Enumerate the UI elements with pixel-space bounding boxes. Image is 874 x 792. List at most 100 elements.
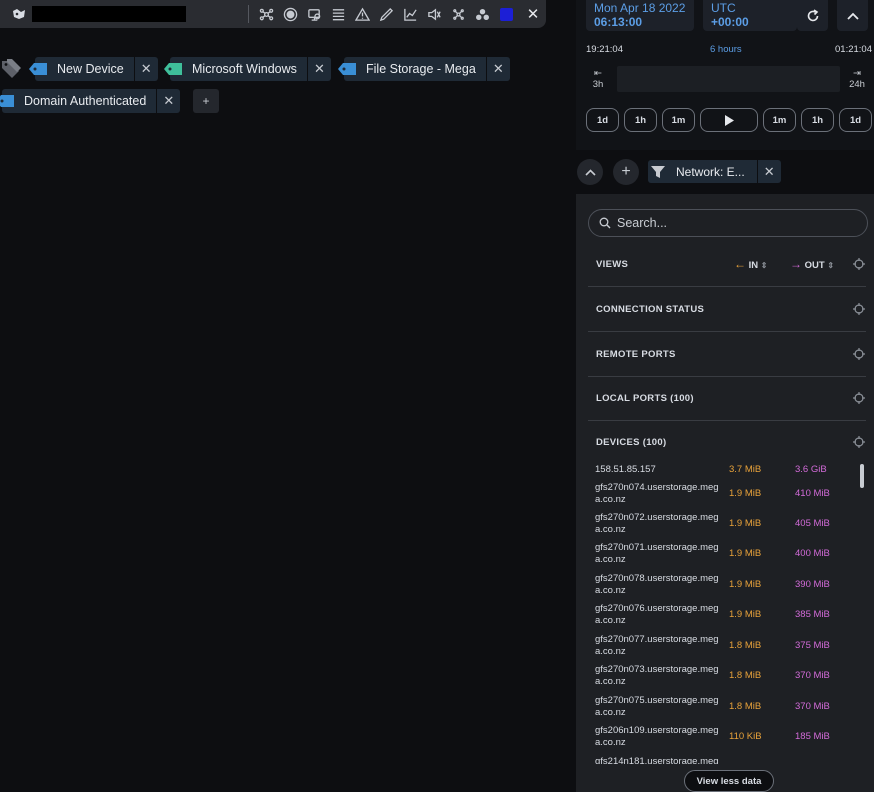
remove-tag-button[interactable]: ✕ [306,57,331,81]
device-name: 158.51.85.157 [595,464,656,475]
device-name: gfs214n181.userstorage.mega.co.nz [595,756,719,764]
tag-icon [338,63,356,75]
target-icon[interactable] [281,5,300,24]
crosshair-icon[interactable] [853,303,865,315]
crosshair-icon[interactable] [853,392,865,404]
step-controls: 1d 1h 1m 1m 1h 1d [586,108,872,132]
jump-back-button[interactable]: ⇤ 3h [586,68,610,90]
network-graph-icon[interactable] [257,5,276,24]
step-forward-1m-button[interactable]: 1m [763,108,796,132]
device-name: gfs270n077.userstorage.mega.co.nz [595,634,719,657]
filter-icon [651,165,665,178]
close-button[interactable]: ✕ [524,5,542,23]
jump-back-label: 3h [592,79,604,90]
app-logo-icon[interactable] [8,3,30,25]
device-name: gfs270n072.userstorage.mega.co.nz [595,512,719,535]
step-back-1d-button[interactable]: 1d [586,108,619,132]
timeline-duration: 6 hours [710,44,742,55]
warning-icon[interactable] [353,5,372,24]
collapse-filters-button[interactable] [577,159,603,185]
add-tag-button[interactable]: + [193,89,219,113]
jump-back-icon: ⇤ [594,68,602,79]
jump-forward-label: 24h [849,79,865,90]
device-in: 1.8 MiB [729,701,762,712]
tag-label: File Storage - Mega [366,62,476,76]
play-button[interactable] [700,108,758,132]
tag-file-storage-mega[interactable]: File Storage - Mega ✕ [338,57,510,81]
section-title: DEVICES (100) [596,437,667,448]
step-forward-1h-button[interactable]: 1h [801,108,834,132]
data-panel: VIEWS ← IN ⇕ → OUT ⇕ CONNECTION STATUS R… [576,194,874,792]
step-back-1m-button[interactable]: 1m [662,108,695,132]
section-connection-status[interactable]: CONNECTION STATUS [588,287,866,332]
add-filter-button[interactable]: + [613,159,639,185]
section-remote-ports[interactable]: REMOTE PORTS [588,332,866,377]
timezone-display[interactable]: UTC +00:00 [703,0,797,31]
tag-microsoft-windows[interactable]: Microsoft Windows ✕ [164,57,331,81]
jump-forward-button[interactable]: ⇥ 24h [845,68,869,90]
pen-icon[interactable] [377,5,396,24]
device-out: 385 MiB [795,609,830,620]
sort-out-button[interactable]: → OUT ⇕ [790,242,834,288]
view-less-data-button[interactable]: View less data [684,770,774,792]
step-back-1h-button[interactable]: 1h [624,108,657,132]
section-title: LOCAL PORTS (100) [596,393,694,404]
device-name: gfs270n073.userstorage.mega.co.nz [595,664,719,687]
remove-filter-button[interactable]: ✕ [756,160,781,183]
collapse-button[interactable] [837,0,868,31]
date-text: Mon Apr 18 2022 [594,1,686,15]
device-name: gfs270n078.userstorage.mega.co.nz [595,573,719,596]
device-list: 158.51.85.157 3.7 MiB 3.6 GiB gfs270n074… [588,460,858,764]
tag-label: New Device [57,62,124,76]
search-box[interactable] [588,209,868,237]
device-name: gfs270n075.userstorage.mega.co.nz [595,695,719,718]
device-out: 375 MiB [795,640,830,651]
sort-icon: ⇕ [760,261,768,270]
device-list-scrollbar[interactable] [860,464,864,488]
scatter-icon[interactable] [449,5,468,24]
device-in: 1.9 MiB [729,548,762,559]
device-out: 3.6 GiB [795,464,827,475]
device-in: 110 KiB [729,731,762,742]
remove-tag-button[interactable]: ✕ [133,57,158,81]
date-time-display[interactable]: Mon Apr 18 2022 06:13:00 [586,0,694,31]
tag-icon [0,95,14,107]
tag-label: Domain Authenticated [24,94,147,108]
device-in: 1.9 MiB [729,488,762,499]
device-name: gfs270n071.userstorage.mega.co.nz [595,542,719,565]
time-text: 06:13:00 [594,15,643,29]
section-views[interactable]: VIEWS ← IN ⇕ → OUT ⇕ [588,242,866,287]
device-in: 1.8 MiB [729,670,762,681]
remove-tag-button[interactable]: ✕ [485,57,510,81]
chevron-up-icon [584,168,596,176]
crosshair-icon[interactable] [853,348,865,360]
tag-icon [164,63,182,75]
remove-tag-button[interactable]: ✕ [156,89,180,113]
device-in: 1.9 MiB [729,579,762,590]
line-chart-icon[interactable] [401,5,420,24]
sort-in-button[interactable]: ← IN ⇕ [734,242,767,288]
cluster-icon[interactable] [473,5,492,24]
timeline-range[interactable] [617,66,840,92]
section-title: REMOTE PORTS [596,349,676,360]
chevron-up-icon [846,12,859,20]
list-icon[interactable] [329,5,348,24]
crosshair-icon[interactable] [853,258,865,270]
section-devices[interactable]: DEVICES (100) [588,420,866,465]
crosshair-icon[interactable] [853,436,865,448]
search-input[interactable] [617,216,857,230]
filter-chip[interactable]: Network: E... ✕ [648,160,781,183]
tag-domain-authenticated[interactable]: Domain Authenticated ✕ [0,89,181,113]
speaker-icon[interactable] [425,5,444,24]
color-square-icon[interactable] [497,5,516,24]
tag-new-device[interactable]: New Device ✕ [29,57,158,81]
section-title: VIEWS [596,259,629,270]
tag-icon [29,63,47,75]
section-local-ports[interactable]: LOCAL PORTS (100) [588,376,866,421]
monitor-icon[interactable] [305,5,324,24]
search-icon [599,217,611,229]
refresh-button[interactable] [797,0,828,31]
step-forward-1d-button[interactable]: 1d [839,108,872,132]
timezone-offset: +00:00 [711,15,749,29]
timeline-start: 19:21:04 [586,44,623,55]
